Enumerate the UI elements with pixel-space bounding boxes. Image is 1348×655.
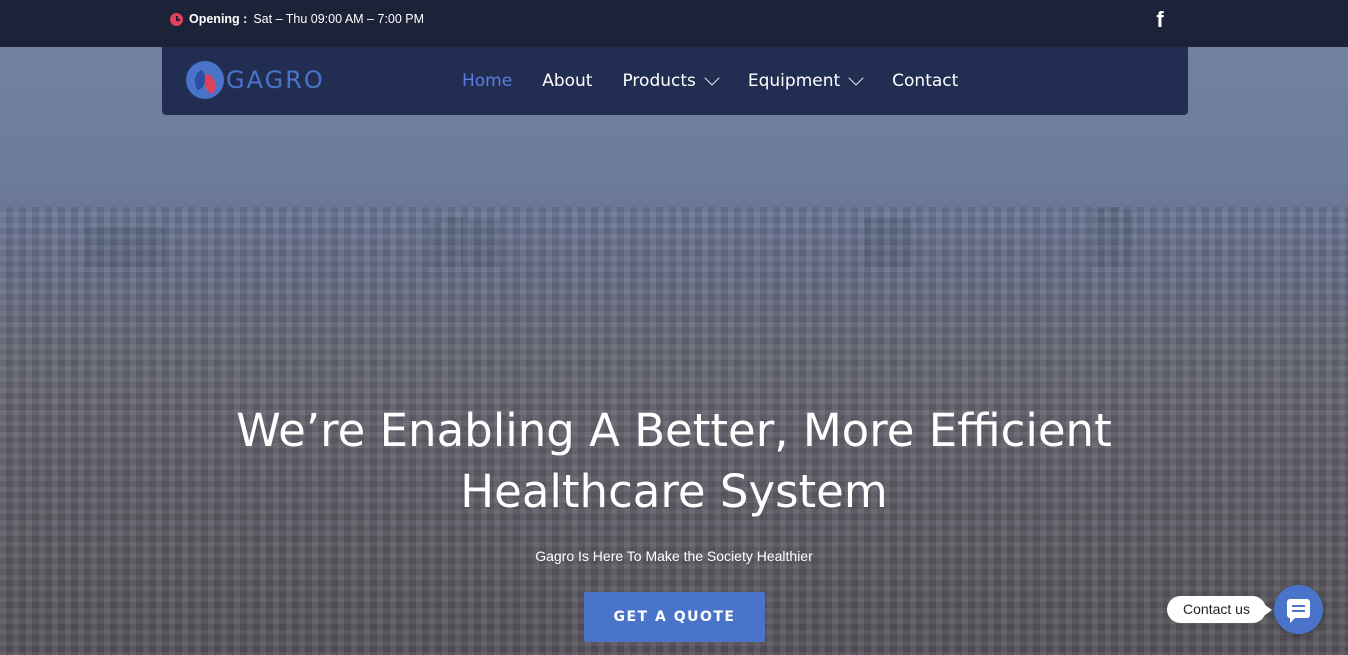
nav-equipment-label: Equipment: [747, 71, 841, 91]
opening-label: Opening :: [189, 12, 248, 26]
nav-menu: Home About Products Equipment Contact: [462, 47, 988, 115]
gagro-logo[interactable]: GAGRO: [186, 61, 325, 99]
nav-about[interactable]: About: [542, 71, 592, 91]
hero-subtitle: Gagro Is Here To Make the Society Health…: [535, 548, 813, 564]
top-bar: Opening : Sat – Thu 09:00 AM – 7:00 PM f: [0, 0, 1348, 47]
opening-hours: Opening : Sat – Thu 09:00 AM – 7:00 PM: [170, 12, 424, 26]
nav-home[interactable]: Home: [462, 71, 512, 91]
nav-contact-label: Contact: [892, 71, 959, 91]
chevron-down-icon: [848, 70, 864, 86]
get-a-quote-button[interactable]: GET A QUOTE: [584, 592, 765, 642]
leaf-logo-icon: [186, 61, 224, 99]
nav-products[interactable]: Products: [622, 70, 720, 91]
main-navbar: GAGRO Home About Products Equipment Cont…: [162, 47, 1188, 115]
chevron-down-icon: [704, 70, 720, 86]
hero-headline-line2: Healthcare System: [460, 465, 888, 518]
hero-headline-line1: We’re Enabling A Better, More Efficient: [236, 404, 1112, 457]
chat-icon: [1287, 599, 1310, 623]
facebook-icon[interactable]: f: [1152, 8, 1168, 32]
hero-headline: We’re Enabling A Better, More Efficient …: [0, 400, 1348, 522]
nav-products-label: Products: [622, 71, 696, 91]
nav-about-label: About: [542, 71, 593, 91]
clock-icon: [170, 12, 183, 26]
logo-text: GAGRO: [226, 66, 325, 94]
opening-hours-text: Sat – Thu 09:00 AM – 7:00 PM: [253, 12, 425, 26]
nav-equipment[interactable]: Equipment: [747, 70, 864, 91]
nav-contact[interactable]: Contact: [892, 71, 958, 91]
nav-home-label: Home: [462, 71, 513, 91]
chat-button[interactable]: [1274, 585, 1323, 634]
contact-us-label[interactable]: Contact us: [1167, 596, 1272, 623]
